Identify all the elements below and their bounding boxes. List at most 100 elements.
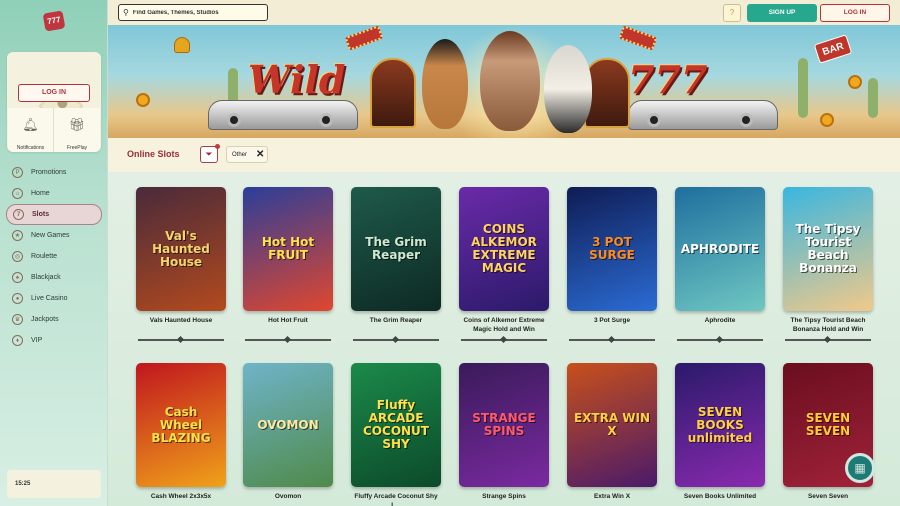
game-art-title: SEVEN BOOKS unlimited xyxy=(687,404,753,445)
sidebar-item-jackpots[interactable]: ♛ Jackpots xyxy=(6,309,102,330)
notifications-button[interactable]: 🔔︎ Notifications xyxy=(8,108,54,152)
game-name[interactable]: Seven Seven xyxy=(783,492,873,506)
cleopatra-character xyxy=(422,39,468,129)
section-title: Online Slots xyxy=(127,149,180,159)
sidebar-item-home[interactable]: ⌂ Home xyxy=(6,183,102,204)
sidebar-item-live-casino[interactable]: ● Live Casino xyxy=(6,288,102,309)
nav-icon: ♠ xyxy=(12,272,23,283)
game-tile[interactable]: COINS ALKEMOR EXTREME MAGIC Coins of Alke… xyxy=(459,187,549,334)
game-thumbnail[interactable]: APHRODITE xyxy=(675,187,765,311)
sign-up-button[interactable]: SIGN UP xyxy=(747,4,817,22)
game-tile[interactable]: Fluffy ARCADE COCONUT SHY Fluffy Arcade C… xyxy=(351,363,441,506)
brand-logo[interactable]: 777 xyxy=(42,10,66,32)
game-name[interactable]: The Grim Reaper xyxy=(351,316,441,334)
sidebar-nav: P Promotions ⌂ Home 7 Slots ★ New Games ◎ Roulett… xyxy=(6,162,102,351)
freeplay-button[interactable]: 🎁︎ FreePlay xyxy=(54,108,100,152)
login-button[interactable]: LOG IN xyxy=(820,4,890,22)
game-thumbnail[interactable]: EXTRA WIN X xyxy=(567,363,657,487)
game-name[interactable]: Extra Win X xyxy=(567,492,657,506)
filter-icon: ⏷ xyxy=(205,149,213,159)
game-tile[interactable]: Hot Hot FRUIT Hot Hot Fruit xyxy=(243,187,333,334)
game-thumbnail[interactable]: The Tipsy Tourist Beach Bonanza xyxy=(783,187,873,311)
game-thumbnail[interactable]: Cash Wheel BLAZING xyxy=(136,363,226,487)
search-box[interactable]: ⚲ xyxy=(118,4,268,21)
game-thumbnail[interactable]: Hot Hot FRUIT xyxy=(243,187,333,311)
game-thumbnail[interactable]: Val's Haunted House xyxy=(136,187,226,311)
jukebox-icon xyxy=(370,58,416,128)
row-divider xyxy=(675,337,765,343)
close-icon[interactable]: ✕ xyxy=(256,149,264,160)
game-name[interactable]: Cash Wheel 2x3x5x xyxy=(136,492,226,506)
game-thumbnail[interactable]: OVOMON xyxy=(243,363,333,487)
row-divider xyxy=(567,337,657,343)
game-name[interactable]: Aphrodite xyxy=(675,316,765,334)
game-name[interactable]: Ovomon xyxy=(243,492,333,506)
sidebar-item-vip[interactable]: ♦ VIP xyxy=(6,330,102,351)
nav-icon: 7 xyxy=(13,209,24,220)
row-divider xyxy=(351,337,441,343)
game-tile[interactable]: The Tipsy Tourist Beach Bonanza The Tipsy… xyxy=(783,187,873,334)
game-tile[interactable]: Val's Haunted House Vals Haunted House xyxy=(136,187,226,334)
old-man-character xyxy=(480,31,540,131)
sidebar-item-label: Slots xyxy=(32,211,50,218)
sidebar-item-new-games[interactable]: ★ New Games xyxy=(6,225,102,246)
chat-button[interactable]: ▦ xyxy=(845,453,875,483)
filter-active-dot xyxy=(215,144,220,149)
game-tile[interactable]: SEVEN SEVEN Seven Seven xyxy=(783,363,873,506)
game-name[interactable]: Fluffy Arcade Coconut Shy L... xyxy=(351,492,441,506)
arrow-sign-icon xyxy=(344,25,384,51)
game-art-title: The Tipsy Tourist Beach Bonanza xyxy=(795,222,861,275)
game-thumbnail[interactable]: COINS ALKEMOR EXTREME MAGIC xyxy=(459,187,549,311)
banner-word-left: Wild xyxy=(248,57,346,102)
sidebar-item-label: Promotions xyxy=(31,169,67,176)
filter-chip[interactable]: Other ✕ xyxy=(226,146,268,163)
game-thumbnail[interactable]: SEVEN BOOKS unlimited xyxy=(675,363,765,487)
game-grid: Val's Haunted House Vals Haunted House Hot… xyxy=(108,172,900,506)
game-tile[interactable]: APHRODITE Aphrodite xyxy=(675,187,765,334)
game-name[interactable]: Seven Books Unlimited xyxy=(675,492,765,506)
cactus-icon xyxy=(798,58,808,118)
game-thumbnail[interactable]: The Grim Reaper xyxy=(351,187,441,311)
nav-icon: ♛ xyxy=(12,314,23,325)
sidebar-item-label: Jackpots xyxy=(31,316,59,323)
cactus-icon xyxy=(868,78,878,118)
game-name[interactable]: Hot Hot Fruit xyxy=(243,316,333,334)
game-tile[interactable]: OVOMON Ovomon xyxy=(243,363,333,506)
search-input[interactable] xyxy=(132,9,253,16)
game-tile[interactable]: SEVEN BOOKS unlimited Seven Books Unlimit… xyxy=(675,363,765,506)
game-name[interactable]: The Tipsy Tourist Beach Bonanza Hold and… xyxy=(783,316,873,334)
game-tile[interactable]: 3 POT SURGE 3 Pot Surge xyxy=(567,187,657,334)
game-name[interactable]: Vals Haunted House xyxy=(136,316,226,334)
help-button[interactable]: ? xyxy=(723,4,741,22)
sidebar-item-slots[interactable]: 7 Slots xyxy=(6,204,102,225)
game-art-title: Cash Wheel BLAZING xyxy=(151,404,211,445)
sidebar-item-label: Roulette xyxy=(31,253,58,260)
game-name[interactable]: 3 Pot Surge xyxy=(567,316,657,334)
sidebar-item-label: VIP xyxy=(31,337,43,344)
game-tile[interactable]: Cash Wheel BLAZING Cash Wheel 2x3x5x xyxy=(136,363,226,506)
game-name[interactable]: Strange Spins xyxy=(459,492,549,506)
game-tile[interactable]: The Grim Reaper The Grim Reaper xyxy=(351,187,441,334)
sidebar-login-button[interactable]: LOG IN xyxy=(18,84,90,102)
sidebar-item-promotions[interactable]: P Promotions xyxy=(6,162,102,183)
game-tile[interactable]: EXTRA WIN X Extra Win X xyxy=(567,363,657,506)
promo-banner[interactable]: BAR Wild 777 xyxy=(108,25,900,138)
sidebar-item-blackjack[interactable]: ♠ Blackjack xyxy=(6,267,102,288)
nav-icon: ★ xyxy=(12,230,23,241)
sidebar-item-roulette[interactable]: ◎ Roulette xyxy=(6,246,102,267)
nav-icon: P xyxy=(12,167,23,178)
nav-icon: ◎ xyxy=(12,251,23,262)
game-thumbnail[interactable]: 3 POT SURGE xyxy=(567,187,657,311)
clock: 15:25 xyxy=(7,470,101,498)
game-name[interactable]: Coins of Alkemor Extreme Magic Hold and … xyxy=(459,316,549,334)
game-thumbnail[interactable]: STRANGE SPINS xyxy=(459,363,549,487)
gift-icon: 🎁︎ xyxy=(68,117,86,132)
row-divider xyxy=(136,337,226,343)
sidebar: 777 LOG IN 🔔︎ Notifications 🎁︎ FreePlay … xyxy=(0,0,108,506)
game-art-title: STRANGE SPINS xyxy=(472,411,536,438)
filter-chip-label: Other xyxy=(232,151,248,158)
game-tile[interactable]: STRANGE SPINS Strange Spins xyxy=(459,363,549,506)
game-thumbnail[interactable]: Fluffy ARCADE COCONUT SHY xyxy=(351,363,441,487)
game-art-title: APHRODITE xyxy=(680,241,760,256)
nav-icon: ⌂ xyxy=(12,188,23,199)
